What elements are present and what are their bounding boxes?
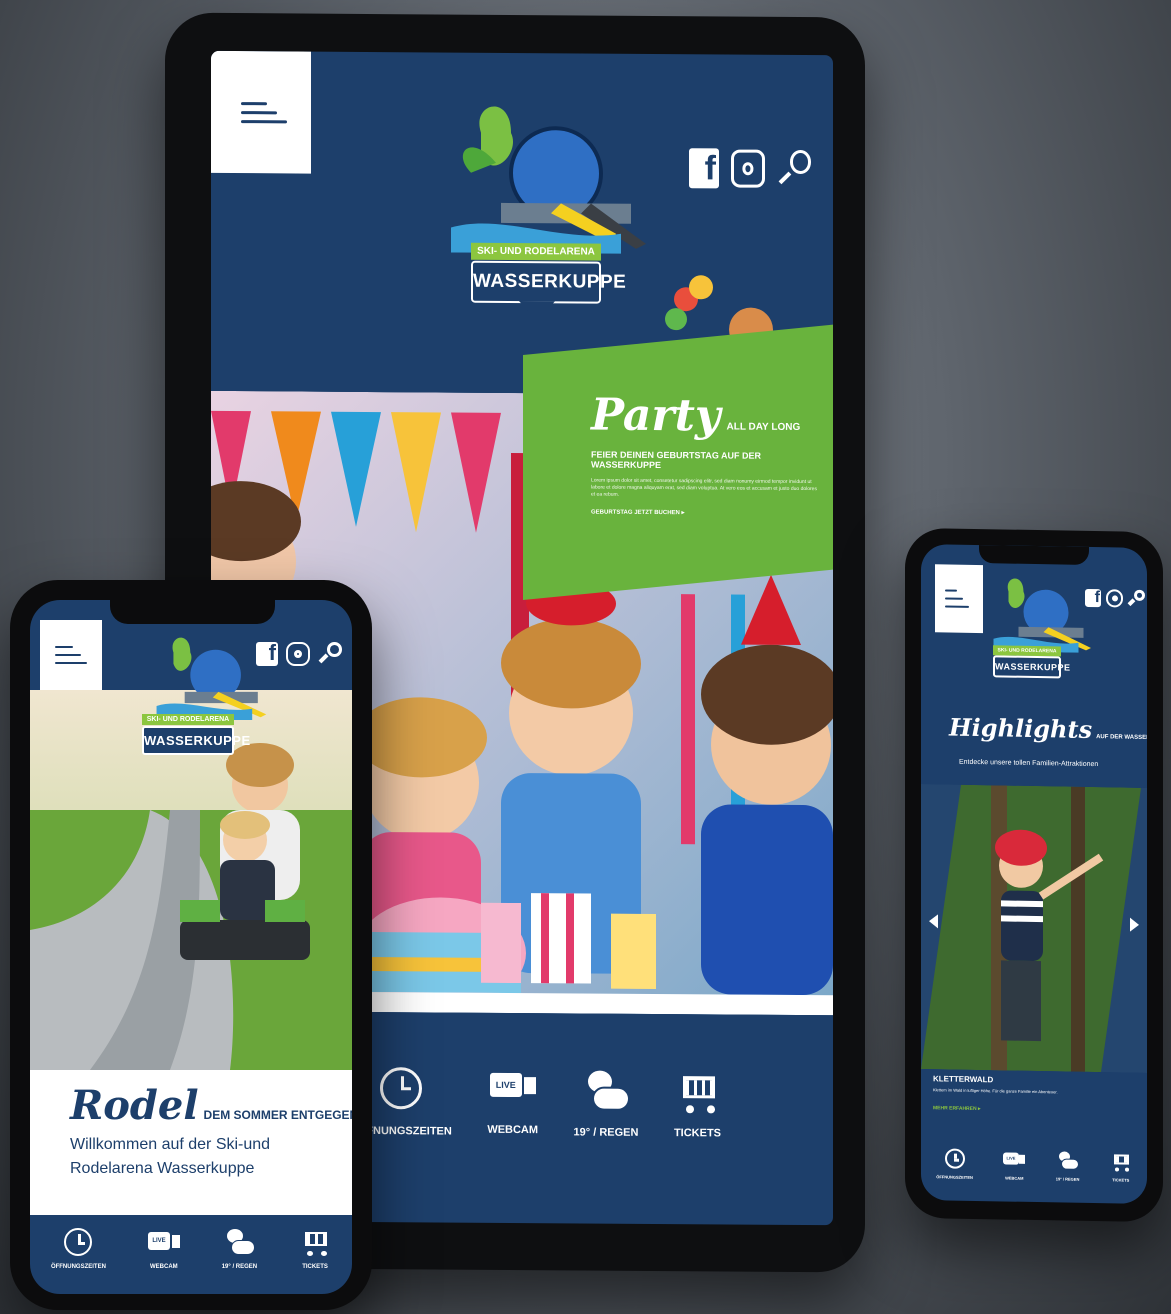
tickets-item[interactable]: TICKETS (299, 1228, 331, 1270)
party-tag: ALL DAY LONG (726, 421, 801, 433)
menu-line-icon (55, 646, 73, 648)
highlight-slider (921, 784, 1147, 1073)
opening-hours-item[interactable]: ÖFFNUNGSZEITEN (51, 1228, 106, 1270)
cart-icon (674, 1069, 720, 1114)
phone-notch (110, 600, 275, 624)
webcam-icon: LIVE (489, 1068, 536, 1102)
cart-icon (299, 1228, 331, 1256)
menu-line-icon (241, 101, 267, 105)
menu-line-icon (945, 589, 957, 592)
weather-icon (1057, 1150, 1079, 1170)
highlights-title: Highlights (949, 712, 1093, 745)
search-icon[interactable] (318, 642, 342, 666)
menu-button[interactable] (40, 620, 102, 690)
header-social: f (689, 148, 811, 189)
weather-label: 19° / REGEN (1055, 1176, 1080, 1182)
webcam-item[interactable]: LIVE WEBCAM (487, 1068, 538, 1136)
highlights-heading: Highlights AUF DER WASSERKUPPE (949, 712, 1147, 745)
logo-wordmark: WASSERKUPPE (993, 655, 1071, 679)
phone-right-device: f SKI- UND RODELARENA WASSERKUPPE Highli… (905, 527, 1163, 1223)
facebook-icon[interactable]: f (689, 148, 719, 189)
weather-item[interactable]: 19° / REGEN (1055, 1150, 1080, 1182)
phone-left-quick-bar: ÖFFNUNGSZEITEN LIVE WEBCAM 19° / REGEN T… (30, 1228, 352, 1270)
slide-title: KLETTERWALD (933, 1074, 994, 1085)
webcam-item[interactable]: LIVE WEBCAM (1003, 1149, 1026, 1181)
party-body: Lorem ipsum dolor sit amet, consetetur s… (591, 477, 817, 498)
phone-right-screen: f SKI- UND RODELARENA WASSERKUPPE Highli… (921, 544, 1147, 1204)
webcam-label: WEBCAM (1005, 1175, 1024, 1181)
rodel-tag: DEM SOMMER ENTGEGEN! (203, 1108, 352, 1122)
menu-line-icon (241, 119, 287, 123)
clock-icon (380, 1067, 423, 1110)
logo-mascot-icon (156, 637, 267, 720)
slide-more-link[interactable]: MEHR ERFAHREN ▸ (933, 1105, 1133, 1114)
logo-wordmark: WASSERKUPPE (142, 726, 250, 755)
logo-star-icon (519, 301, 555, 322)
menu-line-icon (945, 597, 963, 600)
tickets-label: TICKETS (673, 1127, 721, 1140)
brand-logo[interactable]: SKI- UND RODELARENA WASSERKUPPE (441, 92, 651, 323)
menu-line-icon (55, 662, 87, 664)
party-promo-content: Party ALL DAY LONG FEIER DEINEN GEBURTST… (591, 389, 821, 518)
webcam-label: WEBCAM (487, 1123, 539, 1137)
opening-hours-item[interactable]: ÖFFNUNGSZEITEN (936, 1148, 973, 1180)
webcam-icon: LIVE (1003, 1149, 1026, 1167)
brand-logo[interactable]: SKI- UND RODELARENA WASSERKUPPE (130, 630, 290, 770)
menu-line-icon (55, 654, 81, 656)
search-icon[interactable] (777, 150, 811, 188)
menu-line-icon (945, 605, 969, 608)
phone-notch (979, 545, 1089, 565)
instagram-icon[interactable] (731, 149, 765, 188)
climbing-forest-photo (921, 784, 1147, 1073)
highlights-tag: AUF DER WASSERKUPPE (1096, 734, 1147, 742)
search-icon[interactable] (1128, 590, 1145, 608)
menu-button[interactable] (935, 564, 983, 634)
phone-left-device: f SKI- UND RODELARENA WASSERKUPPE Rodel … (10, 580, 372, 1310)
menu-line-icon (241, 110, 277, 114)
slide-text: Klettern im Wald in luftiger Höhe. Für d… (933, 1087, 1058, 1095)
brand-logo[interactable]: SKI- UND RODELARENA WASSERKUPPE (981, 571, 1101, 703)
tickets-label: TICKETS (302, 1264, 328, 1270)
slider-prev-icon[interactable] (929, 914, 938, 929)
clock-icon (64, 1228, 93, 1256)
party-subtitle: FEIER DEINEN GEBURTSTAG AUF DER WASSERKU… (591, 449, 762, 471)
logo-mascot-icon (993, 578, 1091, 653)
rodel-title: Rodel (70, 1082, 199, 1129)
weather-icon (582, 1068, 630, 1112)
weather-label: 19° / REGEN (221, 1264, 258, 1270)
tablet-quick-bar: ÖFFNUNGSZEITEN LIVE WEBCAM 19° / REGEN T… (351, 1067, 721, 1139)
cart-icon (1110, 1151, 1132, 1172)
opening-hours-label: ÖFFNUNGSZEITEN (936, 1174, 973, 1180)
weather-icon (223, 1228, 256, 1256)
weather-item[interactable]: 19° / REGEN (573, 1068, 639, 1139)
webcam-icon: LIVE (147, 1228, 180, 1254)
slide-caption: KLETTERWALD Klettern im Wald in luftiger… (933, 1074, 1133, 1114)
logo-topline: SKI- UND RODELARENA (471, 242, 601, 261)
instagram-icon[interactable] (1106, 589, 1123, 608)
tickets-label: TICKETS (1112, 1177, 1130, 1183)
logo-mascot-icon (451, 106, 646, 254)
tickets-item[interactable]: TICKETS (1110, 1151, 1132, 1183)
logo-wordmark: WASSERKUPPE (471, 260, 626, 304)
party-title: Party (591, 389, 721, 442)
webcam-item[interactable]: LIVE WEBCAM (147, 1228, 180, 1270)
welcome-line-1: Willkommen auf der Ski-und (70, 1136, 271, 1153)
menu-button[interactable] (211, 50, 311, 174)
rodel-intro: Rodel DEM SOMMER ENTGEGEN! Willkommen au… (30, 1070, 352, 1215)
webcam-label: WEBCAM (149, 1264, 178, 1270)
clock-icon (944, 1148, 965, 1169)
tickets-item[interactable]: TICKETS (674, 1069, 721, 1139)
phone-left-screen: f SKI- UND RODELARENA WASSERKUPPE Rodel … (30, 600, 352, 1294)
weather-label: 19° / REGEN (573, 1126, 639, 1139)
highlights-subtitle: Entdecke unsere tollen Familien-Attrakti… (959, 758, 1099, 769)
opening-hours-label: ÖFFNUNGSZEITEN (50, 1264, 106, 1270)
phone-right-quick-bar: ÖFFNUNGSZEITEN LIVE WEBCAM 19° / REGEN T… (921, 1148, 1147, 1183)
logo-topline: SKI- UND RODELARENA (142, 714, 234, 725)
weather-item[interactable]: 19° / REGEN (222, 1228, 257, 1270)
welcome-line-2: Rodelarena Wasserkuppe (70, 1160, 255, 1177)
slider-next-icon[interactable] (1130, 917, 1139, 932)
